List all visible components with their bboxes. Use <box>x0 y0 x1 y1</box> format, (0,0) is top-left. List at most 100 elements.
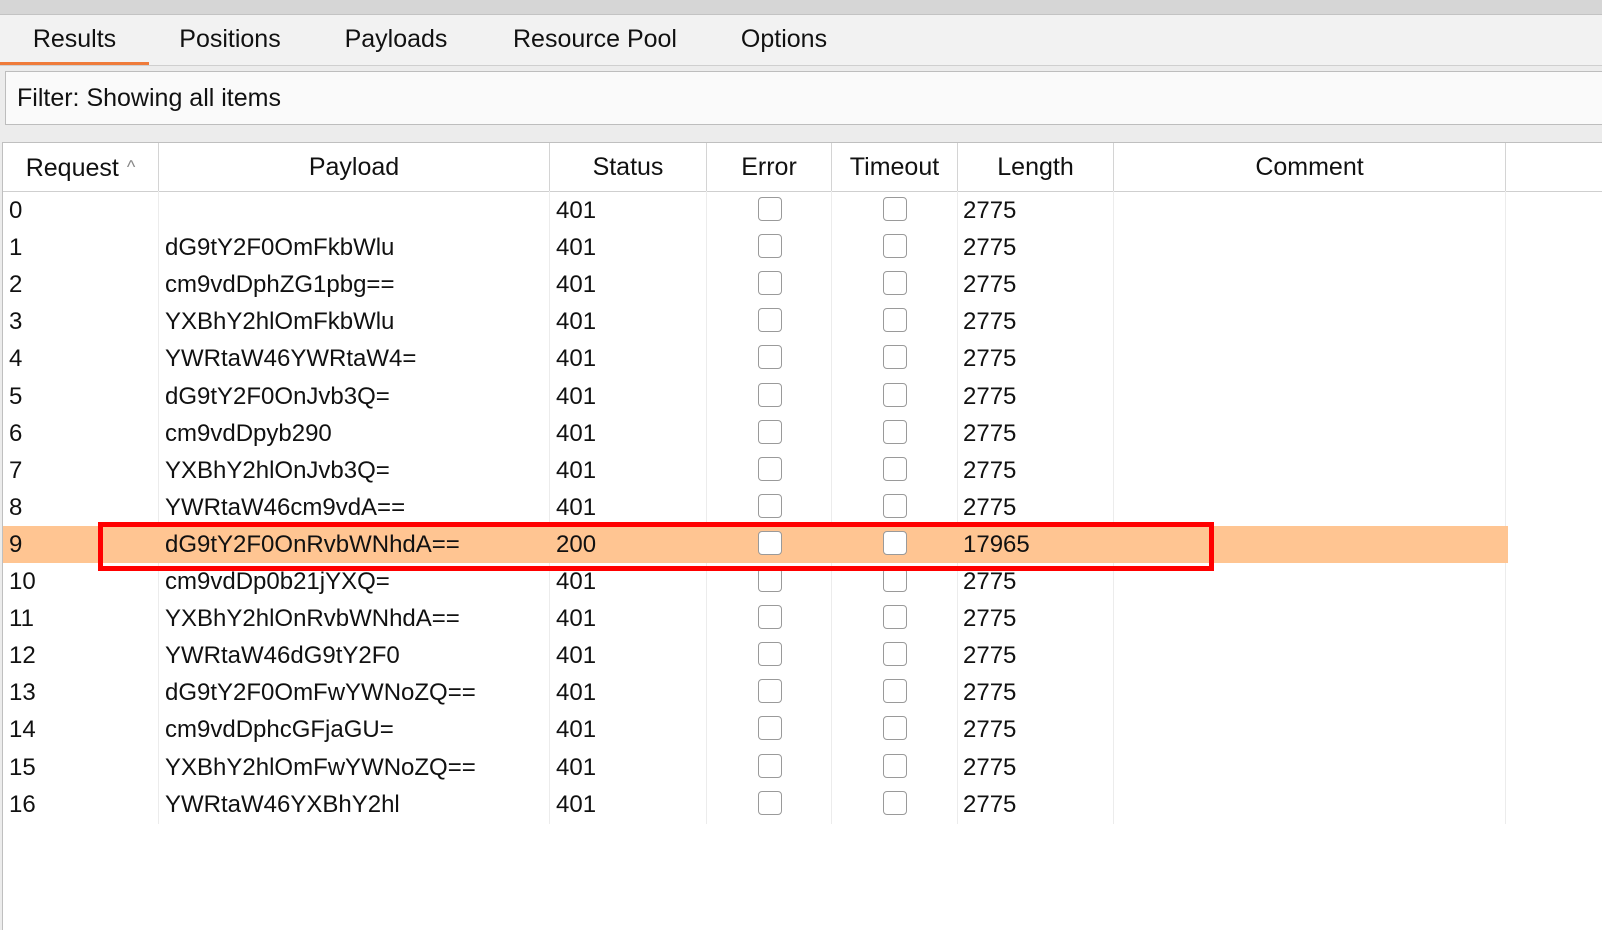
timeout-checkbox[interactable] <box>883 419 907 444</box>
cell-status: 401 <box>556 271 597 299</box>
column-header-comment[interactable]: Comment <box>1114 143 1506 191</box>
cell-request: 9 <box>9 530 23 558</box>
table-row[interactable]: 9 dG9tY2F0OnRvbWNhdA== 200 17965 <box>3 525 1508 563</box>
error-checkbox[interactable] <box>758 605 782 630</box>
error-checkbox[interactable] <box>758 308 782 333</box>
cell-payload: cm9vdDphZG1pbg== <box>165 271 395 299</box>
cell-request: 12 <box>9 642 36 670</box>
cell-length: 2775 <box>963 642 1017 670</box>
table-row[interactable]: 10 cm9vdDp0b21jYXQ= 401 2775 <box>3 563 1508 600</box>
column-header-timeout[interactable]: Timeout <box>832 143 958 191</box>
table-row[interactable]: 3 YXBhY2hlOmFkbWlu 401 2775 <box>3 303 1508 340</box>
cell-status: 401 <box>556 493 597 521</box>
error-checkbox[interactable] <box>758 679 782 704</box>
cell-request: 4 <box>9 345 23 373</box>
timeout-checkbox[interactable] <box>883 345 907 370</box>
table-row[interactable]: 15 YXBhY2hlOmFwYWNoZQ== 401 2775 <box>3 749 1508 786</box>
timeout-checkbox[interactable] <box>883 753 907 778</box>
cell-request: 10 <box>9 568 36 595</box>
cell-length: 17965 <box>963 530 1030 558</box>
cell-status: 401 <box>556 642 597 670</box>
table-row[interactable]: 13 dG9tY2F0OmFwYWNoZQ== 401 2775 <box>3 674 1508 711</box>
timeout-checkbox[interactable] <box>883 679 907 704</box>
table-row[interactable]: 16 YWRtaW46YXBhY2hl 401 2775 <box>3 786 1508 823</box>
cell-length: 2775 <box>963 605 1017 633</box>
error-checkbox[interactable] <box>758 530 782 555</box>
table-row[interactable]: 12 YWRtaW46dG9tY2F0 401 2775 <box>3 637 1508 674</box>
cell-request: 7 <box>9 456 23 484</box>
cell-request: 3 <box>9 308 23 336</box>
table-row[interactable]: 6 cm9vdDpyb290 401 2775 <box>3 415 1508 452</box>
error-checkbox[interactable] <box>758 345 782 370</box>
timeout-checkbox[interactable] <box>883 197 907 221</box>
error-checkbox[interactable] <box>758 493 782 518</box>
cell-request: 2 <box>9 271 23 299</box>
timeout-checkbox[interactable] <box>883 716 907 741</box>
cell-length: 2775 <box>963 679 1017 707</box>
cell-status: 401 <box>556 679 597 707</box>
table-row[interactable]: 14 cm9vdDphcGFjaGU= 401 2775 <box>3 711 1508 748</box>
table-row[interactable]: 2 cm9vdDphZG1pbg== 401 2775 <box>3 266 1508 303</box>
tab-results[interactable]: Results <box>0 15 149 65</box>
table-header: Request ^ Payload Status Error Timeout Le… <box>3 143 1602 192</box>
tab-payloads[interactable]: Payloads <box>311 15 481 65</box>
cell-payload: YXBhY2hlOnJvb3Q= <box>165 456 390 484</box>
column-header-payload[interactable]: Payload <box>159 143 550 191</box>
tab-options[interactable]: Options <box>709 15 859 65</box>
tab-resource-pool[interactable]: Resource Pool <box>481 15 709 65</box>
error-checkbox[interactable] <box>758 234 782 259</box>
table-row[interactable]: 0 401 2775 <box>3 192 1508 229</box>
timeout-checkbox[interactable] <box>883 790 907 815</box>
cell-length: 2775 <box>963 493 1017 521</box>
column-header-length[interactable]: Length <box>958 143 1114 191</box>
cell-request: 6 <box>9 419 23 447</box>
cell-status: 401 <box>556 456 597 484</box>
error-checkbox[interactable] <box>758 271 782 296</box>
table-row[interactable]: 5 dG9tY2F0OnJvb3Q= 401 2775 <box>3 378 1508 415</box>
column-header-error[interactable]: Error <box>707 143 832 191</box>
error-checkbox[interactable] <box>758 382 782 407</box>
error-checkbox[interactable] <box>758 790 782 815</box>
cell-request: 14 <box>9 716 36 744</box>
column-header-request[interactable]: Request ^ <box>3 143 159 191</box>
error-checkbox[interactable] <box>758 753 782 778</box>
error-checkbox[interactable] <box>758 568 782 592</box>
cell-status: 401 <box>556 308 597 336</box>
error-checkbox[interactable] <box>758 197 782 221</box>
window-top-strip <box>0 0 1602 15</box>
timeout-checkbox[interactable] <box>883 382 907 407</box>
cell-payload: cm9vdDp0b21jYXQ= <box>165 568 390 595</box>
cell-length: 2775 <box>963 271 1017 299</box>
cell-payload: YWRtaW46YXBhY2hl <box>165 790 400 818</box>
table-row[interactable]: 1 dG9tY2F0OmFkbWlu 401 2775 <box>3 229 1508 266</box>
timeout-checkbox[interactable] <box>883 271 907 296</box>
cell-payload: YXBhY2hlOmFkbWlu <box>165 308 395 336</box>
timeout-checkbox[interactable] <box>883 530 907 555</box>
cell-request: 5 <box>9 382 23 410</box>
error-checkbox[interactable] <box>758 456 782 481</box>
cell-request: 16 <box>9 790 36 818</box>
cell-status: 401 <box>556 568 597 595</box>
tab-bar: Results Positions Payloads Resource Pool… <box>0 15 1602 66</box>
tab-positions[interactable]: Positions <box>149 15 311 65</box>
timeout-checkbox[interactable] <box>883 568 907 592</box>
cell-status: 200 <box>556 530 597 558</box>
table-row[interactable]: 4 YWRtaW46YWRtaW4= 401 2775 <box>3 340 1508 377</box>
timeout-checkbox[interactable] <box>883 642 907 667</box>
column-header-status[interactable]: Status <box>550 143 707 191</box>
filter-bar[interactable]: Filter: Showing all items <box>5 71 1602 125</box>
cell-payload: YXBhY2hlOnRvbWNhdA== <box>165 605 460 633</box>
table-row[interactable]: 8 YWRtaW46cm9vdA== 401 2775 <box>3 489 1508 526</box>
timeout-checkbox[interactable] <box>883 308 907 333</box>
timeout-checkbox[interactable] <box>883 234 907 259</box>
cell-status: 401 <box>556 345 597 373</box>
cell-length: 2775 <box>963 753 1017 781</box>
error-checkbox[interactable] <box>758 716 782 741</box>
timeout-checkbox[interactable] <box>883 493 907 518</box>
error-checkbox[interactable] <box>758 642 782 667</box>
timeout-checkbox[interactable] <box>883 605 907 630</box>
table-row[interactable]: 7 YXBhY2hlOnJvb3Q= 401 2775 <box>3 452 1508 489</box>
table-row[interactable]: 11 YXBhY2hlOnRvbWNhdA== 401 2775 <box>3 600 1508 637</box>
timeout-checkbox[interactable] <box>883 456 907 481</box>
error-checkbox[interactable] <box>758 419 782 444</box>
